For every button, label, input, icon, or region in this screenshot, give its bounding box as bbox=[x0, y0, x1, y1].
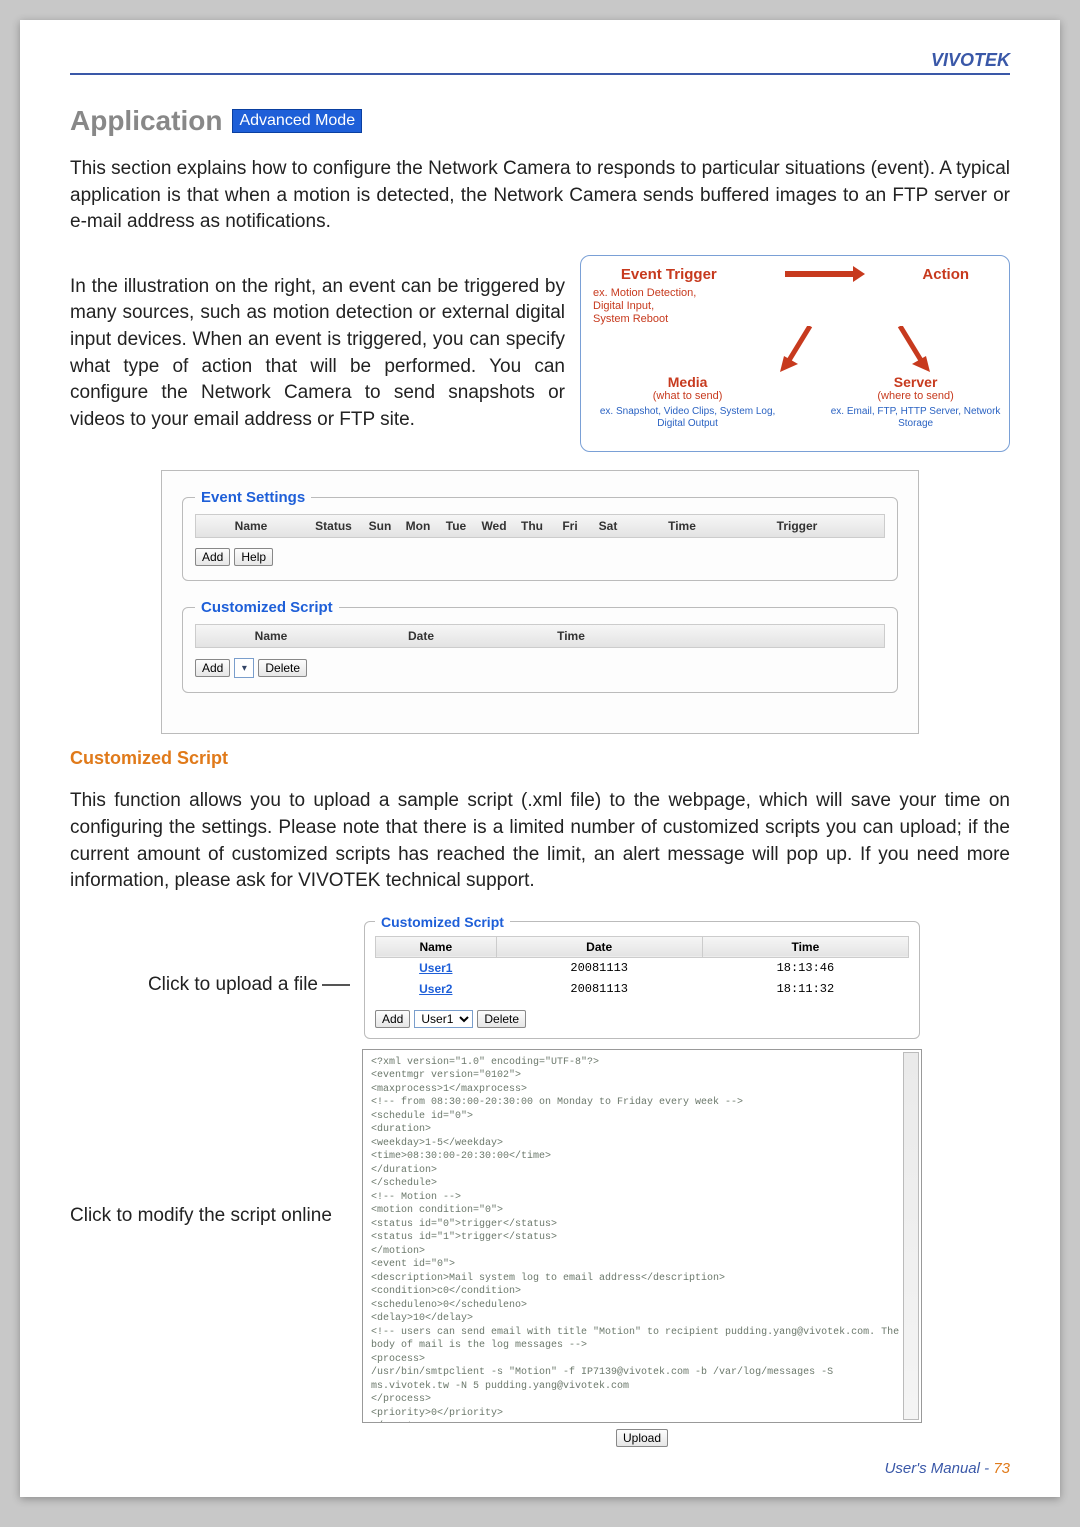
section-title-row: Application Advanced Mode bbox=[70, 105, 1010, 137]
diagram-action-label: Action bbox=[922, 266, 969, 283]
diagram-server-box: Server (where to send) ex. Email, FTP, H… bbox=[828, 374, 1003, 430]
col-fri: Fri bbox=[551, 515, 589, 537]
diagram-media-title: Media bbox=[587, 374, 788, 390]
header-divider bbox=[70, 73, 1010, 75]
diagram-media-sub: (what to send) bbox=[587, 390, 788, 402]
page-footer: User's Manual - 73 bbox=[885, 1460, 1010, 1477]
col-name: Name bbox=[196, 515, 306, 537]
settings-panel: Event Settings Name Status Sun Mon Tue W… bbox=[161, 470, 919, 734]
upload-annotation: Click to upload a file bbox=[148, 974, 318, 996]
arrow-down-right-icon bbox=[890, 326, 930, 372]
diagram-media-example: ex. Snapshot, Video Clips, System Log, D… bbox=[587, 406, 788, 430]
cscript-top-delete-button[interactable]: Delete bbox=[258, 659, 307, 677]
col-mon: Mon bbox=[399, 515, 437, 537]
diagram-media-box: Media (what to send) ex. Snapshot, Video… bbox=[587, 374, 788, 430]
event-add-button[interactable]: Add bbox=[195, 548, 230, 566]
arrow-down-left-icon bbox=[780, 326, 820, 372]
col-date: Date bbox=[346, 625, 496, 647]
intro-paragraph: This section explains how to configure t… bbox=[70, 156, 1010, 236]
arrow-right-icon bbox=[785, 271, 855, 277]
cell-date: 20081113 bbox=[496, 957, 702, 979]
col-tue: Tue bbox=[437, 515, 475, 537]
cscript-add-button[interactable]: Add bbox=[375, 1010, 410, 1028]
cscript-delete-button[interactable]: Delete bbox=[477, 1010, 526, 1028]
event-settings-fieldset: Event Settings Name Status Sun Mon Tue W… bbox=[182, 489, 898, 581]
cscript-top-add-button[interactable]: Add bbox=[195, 659, 230, 677]
cscript-top-header: Name Date Time bbox=[195, 624, 885, 648]
customized-script-fieldset-bottom: Customized Script Name Date Time User1 2… bbox=[364, 914, 920, 1039]
footer-page-number: 73 bbox=[993, 1460, 1010, 1477]
footer-manual-label: User's Manual - bbox=[885, 1460, 994, 1477]
customized-script-desc: This function allows you to upload a sam… bbox=[70, 788, 1010, 894]
event-settings-legend: Event Settings bbox=[195, 489, 311, 506]
col-time: Time bbox=[627, 515, 737, 537]
event-help-button[interactable]: Help bbox=[234, 548, 273, 566]
diagram-event-trigger-label: Event Trigger bbox=[621, 266, 717, 283]
event-action-diagram: Event Trigger Action ex. Motion Detectio… bbox=[580, 255, 1010, 453]
script-table: Name Date Time User1 20081113 18:13:46 U… bbox=[375, 936, 909, 1000]
table-row: User1 20081113 18:13:46 bbox=[376, 957, 909, 979]
col-status: Status bbox=[306, 515, 361, 537]
upload-button[interactable]: Upload bbox=[616, 1429, 668, 1447]
cell-date: 20081113 bbox=[496, 979, 702, 1000]
diagram-split-arrows bbox=[707, 326, 1003, 372]
diagram-server-sub: (where to send) bbox=[828, 390, 1003, 402]
col-trigger: Trigger bbox=[737, 515, 857, 537]
page: VIVOTEK Application Advanced Mode This s… bbox=[20, 20, 1060, 1497]
cscript-top-legend: Customized Script bbox=[195, 599, 339, 616]
event-settings-header: Name Status Sun Mon Tue Wed Thu Fri Sat … bbox=[195, 514, 885, 538]
col-name: Name bbox=[196, 625, 346, 647]
advanced-mode-badge: Advanced Mode bbox=[232, 109, 362, 133]
table-row: User2 20081113 18:11:32 bbox=[376, 979, 909, 1000]
diagram-example-sources: ex. Motion Detection, Digital Input, Sys… bbox=[593, 287, 1003, 327]
col-date: Date bbox=[496, 936, 702, 957]
col-sat: Sat bbox=[589, 515, 627, 537]
col-sun: Sun bbox=[361, 515, 399, 537]
illustration-row: In the illustration on the right, an eve… bbox=[70, 255, 1010, 453]
cell-time: 18:13:46 bbox=[702, 957, 908, 979]
user-select[interactable]: User1 bbox=[414, 1010, 473, 1028]
modify-annotation: Click to modify the script online bbox=[70, 1205, 332, 1226]
user-link[interactable]: User2 bbox=[419, 982, 452, 996]
brand-label: VIVOTEK bbox=[70, 50, 1010, 71]
annotation-column: Click to upload a file Click to modify t… bbox=[70, 914, 350, 1447]
cscript-panel-legend: Customized Script bbox=[375, 914, 510, 930]
cell-time: 18:11:32 bbox=[702, 979, 908, 1000]
col-wed: Wed bbox=[475, 515, 513, 537]
xml-editor[interactable]: <?xml version="1.0" encoding="UTF-8"?> <… bbox=[362, 1049, 922, 1423]
section-title: Application bbox=[70, 105, 222, 137]
annotation-line-icon bbox=[322, 984, 350, 986]
col-time: Time bbox=[702, 936, 908, 957]
dropdown-icon[interactable]: ▾ bbox=[234, 658, 254, 678]
customized-script-fieldset-top: Customized Script Name Date Time Add ▾ D… bbox=[182, 599, 898, 693]
user-link[interactable]: User1 bbox=[419, 961, 452, 975]
illustration-text: In the illustration on the right, an eve… bbox=[70, 274, 565, 434]
col-thu: Thu bbox=[513, 515, 551, 537]
col-time: Time bbox=[496, 625, 646, 647]
diagram-server-example: ex. Email, FTP, HTTP Server, Network Sto… bbox=[828, 406, 1003, 430]
diagram-server-title: Server bbox=[828, 374, 1003, 390]
customized-script-heading: Customized Script bbox=[70, 748, 1010, 769]
col-name: Name bbox=[376, 936, 497, 957]
